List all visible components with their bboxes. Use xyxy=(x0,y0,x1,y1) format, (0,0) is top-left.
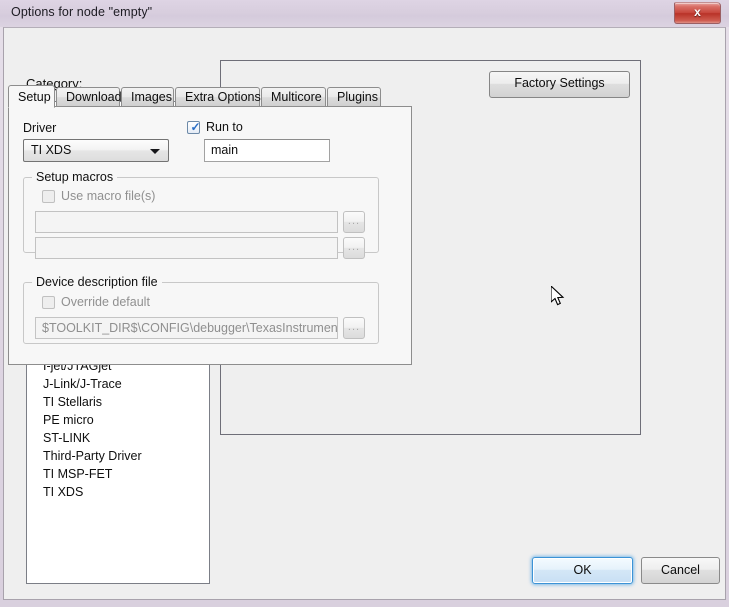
setup-macros-title: Setup macros xyxy=(32,170,117,184)
tab-strip: SetupDownloadImagesExtra OptionsMulticor… xyxy=(8,85,412,107)
tab-setup[interactable]: Setup xyxy=(8,85,55,108)
device-description-path-input[interactable]: $TOOLKIT_DIR$\CONFIG\debugger\TexasInstr… xyxy=(35,317,338,339)
title-bar: Options for node "empty" x xyxy=(0,0,729,27)
device-description-title: Device description file xyxy=(32,275,162,289)
tab-download[interactable]: Download xyxy=(56,87,120,107)
category-item-ti-msp-fet[interactable]: TI MSP-FET xyxy=(27,465,209,483)
device-description-browse-button[interactable]: ... xyxy=(343,317,365,339)
category-item-ti-stellaris[interactable]: TI Stellaris xyxy=(27,393,209,411)
tab-page-setup: Driver TI XDS ✓ Run to main Setup macros… xyxy=(8,106,412,365)
tab-extra-options[interactable]: Extra Options xyxy=(175,87,260,107)
factory-settings-button[interactable]: Factory Settings xyxy=(489,71,630,98)
run-to-input[interactable]: main xyxy=(204,139,330,162)
run-to-label: Run to xyxy=(206,120,243,134)
driver-label: Driver xyxy=(23,121,56,135)
chevron-down-icon xyxy=(150,149,160,154)
tab-multicore[interactable]: Multicore xyxy=(261,87,326,107)
options-dialog-window: Options for node "empty" x Category: Gen… xyxy=(0,0,729,607)
macro-file-browse-button-1[interactable]: ... xyxy=(343,211,365,233)
tab-plugins[interactable]: Plugins xyxy=(327,87,381,107)
category-item-pe-micro[interactable]: PE micro xyxy=(27,411,209,429)
window-title: Options for node "empty" xyxy=(11,5,152,19)
macro-file-browse-button-2[interactable]: ... xyxy=(343,237,365,259)
ok-button[interactable]: OK xyxy=(532,557,633,584)
category-item-third-party-driver[interactable]: Third-Party Driver xyxy=(27,447,209,465)
override-default-label: Override default xyxy=(61,295,150,309)
cancel-button[interactable]: Cancel xyxy=(641,557,720,584)
override-default-checkbox-box xyxy=(42,296,55,309)
use-macro-files-checkbox-box xyxy=(42,190,55,203)
category-item-st-link[interactable]: ST-LINK xyxy=(27,429,209,447)
driver-select[interactable]: TI XDS xyxy=(23,139,169,162)
driver-select-value: TI XDS xyxy=(31,143,71,157)
close-icon: x xyxy=(675,3,720,23)
category-item-ti-xds[interactable]: TI XDS xyxy=(27,483,209,501)
category-item-j-link-j-trace[interactable]: J-Link/J-Trace xyxy=(27,375,209,393)
run-to-checkbox-box: ✓ xyxy=(187,121,200,134)
macro-file-input-2[interactable] xyxy=(35,237,338,259)
tab-images[interactable]: Images xyxy=(121,87,174,107)
use-macro-files-label: Use macro file(s) xyxy=(61,189,155,203)
macro-file-input-1[interactable] xyxy=(35,211,338,233)
close-button[interactable]: x xyxy=(674,2,721,24)
checkmark-icon: ✓ xyxy=(189,120,202,135)
